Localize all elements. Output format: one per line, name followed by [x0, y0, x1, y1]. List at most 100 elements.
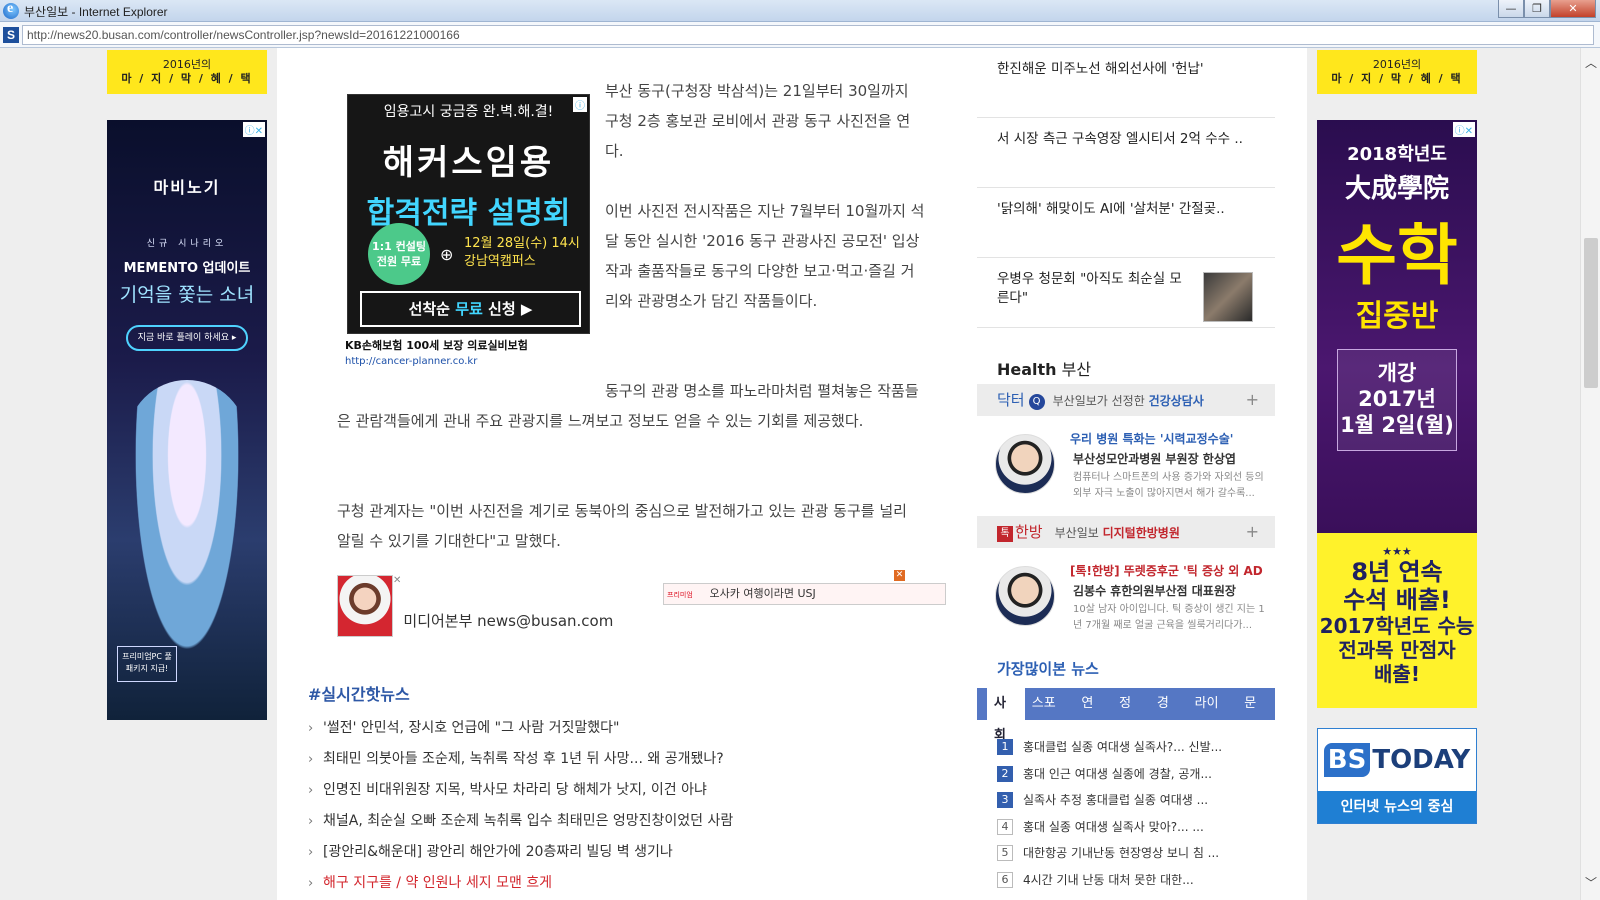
bstoday-banner[interactable]: BS TODAY 인터넷 뉴스의 중심 [1317, 728, 1477, 824]
article-paragraph-4: 구청 관계자는 "이번 사진전을 계기로 동북아의 중심으로 발전해가고 있는 … [337, 502, 907, 550]
list-item[interactable]: 채널A, 최순실 오빠 조순제 녹취록 입수 최태민은 엉망진창이었던 사람 [307, 806, 733, 837]
ad-headline: 임용고시 궁금증 완.벽.해.결! [383, 104, 554, 120]
doctor-name: 김봉수 휴한의원부산점 대표원장 [1073, 584, 1236, 598]
ad-info-icon[interactable]: ⓘ✕ [1452, 122, 1475, 137]
promo-line: 전과목 만점자 [1338, 638, 1456, 662]
list-item[interactable]: 최태민 의붓아들 조순제, 녹취록 작성 후 1년 뒤 사망... 왜 공개됐나… [307, 744, 733, 775]
tab-politics[interactable]: 정치 [1112, 688, 1150, 743]
tab-life[interactable]: 라이프 [1188, 688, 1238, 743]
tab-entertainment[interactable]: 연예 [1074, 688, 1112, 743]
ad-character-image [127, 380, 247, 680]
box-line: 개강 [1377, 361, 1417, 385]
inline-ad-url[interactable]: http://cancer-planner.co.kr [345, 356, 477, 367]
doctor-desc: 10살 남자 아이입니다. 틱 증상이 생긴 지는 1년 7개월 째로 얼굴 근… [1073, 604, 1265, 631]
close-icon[interactable]: ✕ [894, 570, 905, 581]
sidebar-news-text: 우병우 청문회 "아직도 최순실 모른다" [997, 271, 1182, 306]
sidebar-news-item[interactable]: 한진해운 미주노선 해외선사에 '헌납' [977, 48, 1275, 118]
list-item[interactable]: 3 실족사 추정 홍대클럽 실종 여대생 ... [997, 787, 1267, 814]
plus-icon[interactable]: + [1246, 516, 1259, 548]
ad-info-icon[interactable]: ⓘ [573, 97, 587, 112]
ad-cta-button[interactable]: 선착순 무료 신청 ▶ [360, 291, 581, 327]
close-icon[interactable]: ✕ [393, 575, 401, 586]
rank-number: 3 [997, 792, 1013, 808]
hot-news-list: '썰전' 안민석, 장시호 언급에 "그 사람 거짓말했다" 최태민 의붓아들 … [307, 713, 733, 899]
right-year-banner[interactable]: 2016년의 마 / 지 / 막 / 혜 / 택 [1317, 50, 1477, 94]
maximize-button[interactable]: ❐ [1524, 0, 1550, 18]
vertical-scrollbar[interactable]: ︿ ﹀ [1580, 48, 1600, 900]
inline-ad[interactable]: ⓘ 임용고시 궁금증 완.벽.해.결! 해커스임용 합격전략 설명회 1:1 컨… [347, 94, 590, 334]
academy-big-text: 수학 [1336, 217, 1458, 294]
health-title-bold: Health [997, 360, 1057, 379]
rank-text: 홍대 인근 여대생 실종에 경찰, 공개... [1023, 766, 1212, 781]
ad-play-button[interactable]: 지금 바로 플레이 하세요 ▸ [126, 325, 248, 351]
rank-number: 1 [997, 739, 1013, 755]
cta-highlight: 무료 [455, 300, 483, 318]
scroll-up-icon[interactable]: ︿ [1581, 54, 1600, 72]
doctor-bar-highlight: 건강상담사 [1148, 394, 1204, 408]
list-item[interactable]: 6 4시간 기내 난동 대처 못한 대한... [997, 867, 1267, 894]
most-viewed-tabs: 사회 스포츠 연예 정치 경제 라이프 문화 [977, 688, 1275, 743]
list-item[interactable]: 2 홍대 인근 여대생 실종에 경찰, 공개... [997, 761, 1267, 788]
doctor-card-2[interactable]: [톡!한방] 뚜렛증후군 '틱 증상 외 AD 김봉수 휴한의원부산점 대표원장… [977, 550, 1275, 645]
article-paragraph-2: 이번 사진전 전시작품은 지난 7월부터 10월까지 석 달 동안 실시한 '2… [605, 202, 925, 310]
tab-economy[interactable]: 경제 [1150, 688, 1188, 743]
scroll-thumb[interactable] [1584, 238, 1598, 388]
left-year-banner[interactable]: 2016년의 마 / 지 / 막 / 혜 / 택 [107, 50, 267, 94]
sidebar-news-item-with-thumb[interactable]: 우병우 청문회 "아직도 최순실 모른다" [977, 258, 1275, 328]
title-bar: 부산일보 - Internet Explorer — ❐ ✕ [0, 0, 1600, 22]
doctor-avatar [995, 566, 1055, 626]
tab-culture[interactable]: 문화 [1237, 688, 1275, 743]
tab-sports[interactable]: 스포츠 [1025, 688, 1075, 743]
ad-line1: 신규 시나리오 [146, 239, 228, 249]
doctor-name: 부산성모안과병원 부원장 한상엽 [1073, 452, 1236, 466]
ad-title1: 해커스임용 [382, 143, 555, 183]
ad-info-icon[interactable]: ⓘ✕ [242, 122, 265, 137]
tab-society[interactable]: 사회 [987, 688, 1025, 743]
byline: ✕ 미디어본부 news@busan.com [337, 575, 613, 637]
rank-text: 홍대 실종 여대생 실족사 맞아?... ... [1023, 819, 1204, 834]
hanbang-bar[interactable]: 톡 한방 부산일보 디지털한방병원 + [977, 516, 1275, 548]
ad-pc-badge: 프리미엄PC 풀 패키지 지급! [117, 646, 177, 682]
article-paragraph-3: 동구의 관광 명소를 파노라마처럼 펼쳐놓은 작품들은 관람객들에게 관내 주요… [337, 382, 919, 430]
most-viewed-title: 가장많이본 뉴스 [997, 660, 1099, 678]
doctor-title: 우리 병원 특화는 '시력교정수술' [1070, 432, 1234, 446]
right-academy-ad[interactable]: ⓘ✕ 2018학년도 大成學院 수학 집중반 개강 2017년 1월 2일(월)… [1317, 120, 1477, 708]
doctor-title: [톡!한방] 뚜렛증후군 '틱 증상 외 AD [1070, 564, 1263, 578]
address-bar: S http://news20.busan.com/controller/new… [0, 22, 1600, 48]
list-item[interactable]: 해구 지구를 / 약 인원나 세지 모맨 흐게 [307, 868, 733, 899]
url-field[interactable]: http://news20.busan.com/controller/newsC… [22, 25, 1594, 45]
byline-text: 미디어본부 news@busan.com [403, 612, 614, 630]
doctor-label: 닥터 [997, 391, 1025, 409]
rank-number: 5 [997, 845, 1013, 861]
list-item[interactable]: 인명진 비대위원장 지목, 박사모 차라리 당 해체가 낫지, 이건 아냐 [307, 775, 733, 806]
doctor-desc: 컴퓨터나 스마트폰의 사용 증가와 자외선 등의 외부 자극 노출이 많아지면서… [1073, 472, 1264, 499]
doctor-bar[interactable]: 닥터 Q 부산일보가 선정한 건강상담사 + [977, 384, 1275, 416]
cta-suffix: 신청 ▶ [482, 300, 533, 318]
rank-number: 4 [997, 818, 1013, 835]
text-ad-usj[interactable]: ✕ 프리미엄 오사카 여행이라면 USJ [663, 570, 946, 605]
minimize-button[interactable]: — [1498, 0, 1524, 18]
list-item[interactable]: [광안리&해운대] 광안리 해안가에 20층짜리 빌딩 벽 생기나 [307, 837, 733, 868]
sidebar-news-item[interactable]: '닭의해' 해맞이도 AI에 '살처분' 간절곶.. [977, 188, 1275, 258]
left-game-ad[interactable]: ⓘ✕ 마비노기 신규 시나리오 MEMENTO 업데이트 기억을 쫓는 소녀 지… [107, 120, 267, 720]
list-item[interactable]: '썰전' 안민석, 장시호 언급에 "그 사람 거짓말했다" [307, 713, 733, 744]
ad-date-line2: 강남역캠퍼스 [464, 254, 536, 269]
banner-line1: 2016년의 [1372, 58, 1422, 71]
list-item[interactable]: 5 대한항공 기내난동 현장영상 보니 침 ... [997, 840, 1267, 867]
rank-text: 실족사 추정 홍대클럽 실종 여대생 ... [1023, 793, 1209, 807]
window-controls: — ❐ ✕ [1498, 0, 1596, 18]
promo-line: 8년 연속 [1351, 558, 1443, 586]
close-button[interactable]: ✕ [1550, 0, 1596, 18]
sidebar-news-item[interactable]: 서 시장 측근 구속영장 엘시티서 2억 수수 .. [977, 118, 1275, 188]
text-ad-tag: 프리미엄 [667, 591, 693, 599]
inline-ad-caption[interactable]: KB손해보험 100세 보장 의료실비보험 [345, 338, 595, 354]
academy-ad-bottom: ★★★ 8년 연속 수석 배출! 2017학년도 수능 전과목 만점자 배출! [1317, 533, 1477, 708]
list-item[interactable]: 1 홍대클럽 실종 여대생 실족사?... 신발... [997, 734, 1267, 761]
list-item[interactable]: 4 홍대 실종 여대생 실족사 맞아?... ... [997, 814, 1267, 841]
hanbang-bar-highlight: 디지털한방병원 [1102, 526, 1180, 540]
plus-icon[interactable]: + [1246, 384, 1259, 416]
rank-number: 6 [997, 871, 1013, 888]
window-title: 부산일보 - Internet Explorer [24, 5, 168, 19]
doctor-card-1[interactable]: 우리 병원 특화는 '시력교정수술' 부산성모안과병원 부원장 한상엽 컴퓨터나… [977, 418, 1275, 513]
scroll-down-icon[interactable]: ﹀ [1581, 874, 1600, 892]
